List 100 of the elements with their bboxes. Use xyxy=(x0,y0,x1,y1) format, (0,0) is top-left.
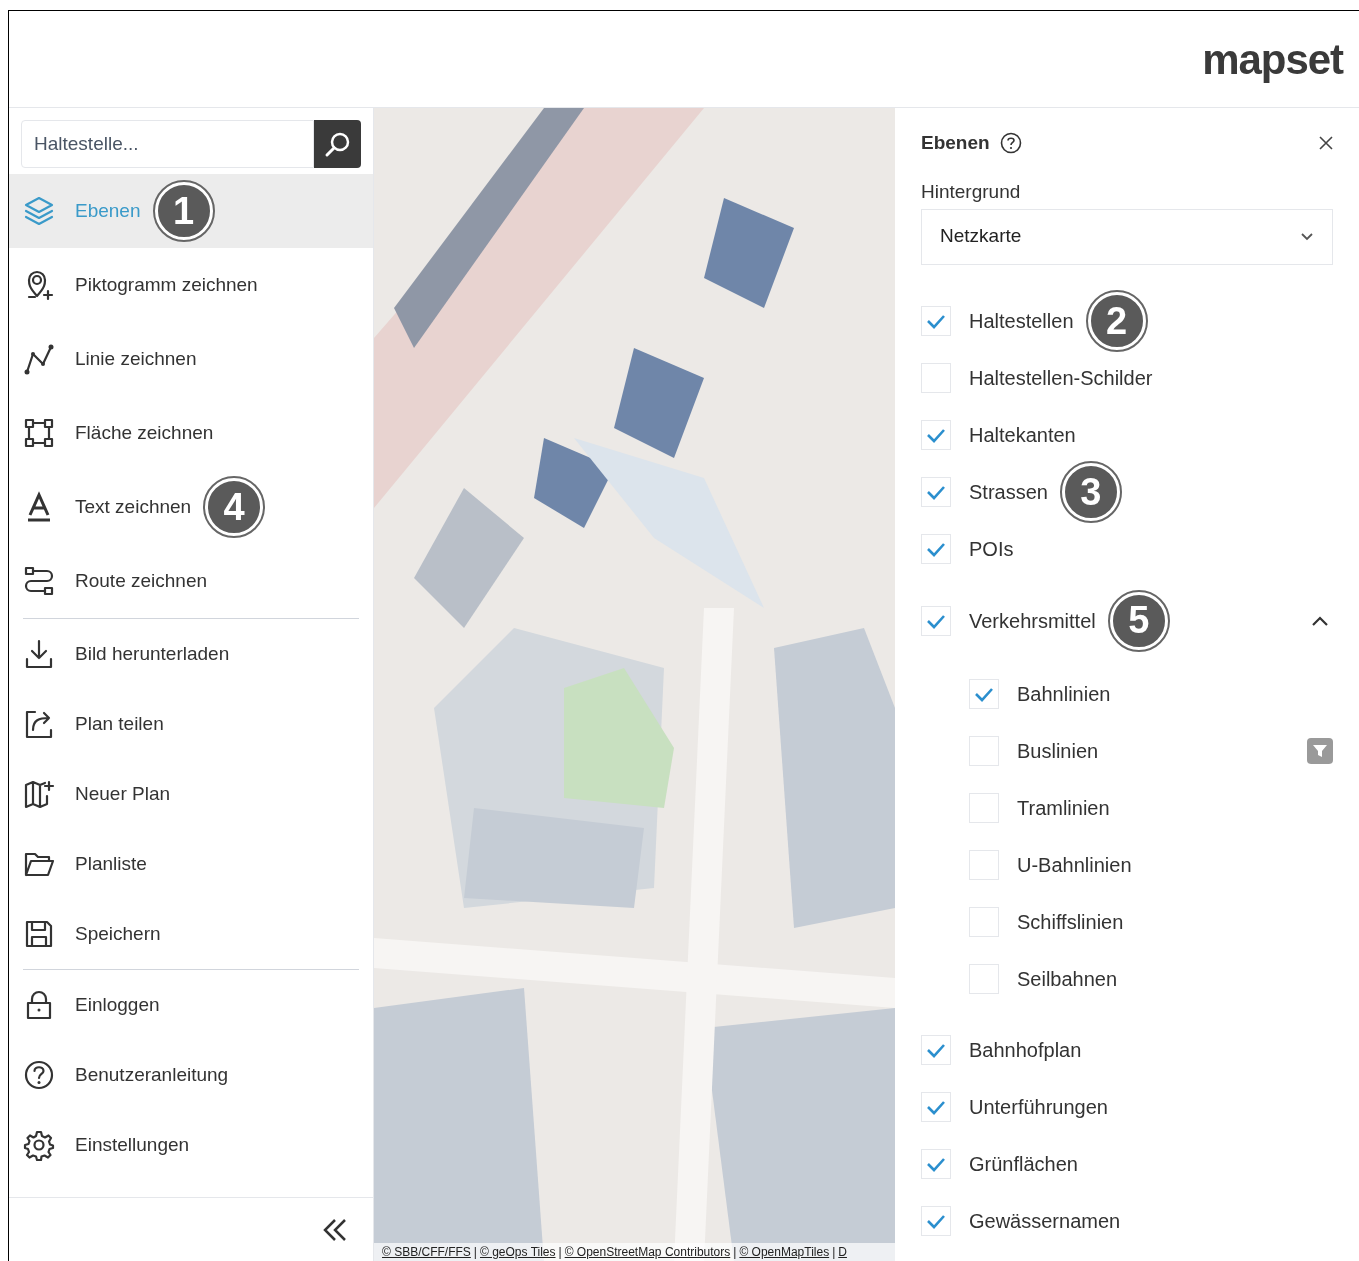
checkmark-icon xyxy=(974,686,994,702)
separator: | xyxy=(733,1244,737,1261)
menu-item[interactable]: Speichern xyxy=(9,899,373,969)
menu-label: Einloggen xyxy=(75,992,160,1017)
settings-icon xyxy=(23,1129,55,1161)
callout-badge: 2 xyxy=(1087,292,1146,350)
separator: | xyxy=(473,1244,477,1261)
menu-item[interactable]: Bild herunterladen xyxy=(9,619,373,689)
layer-label: Bahnlinien xyxy=(1017,682,1111,707)
callout-badge: 4 xyxy=(205,478,264,536)
checkmark-icon xyxy=(926,313,946,329)
layer-label: Buslinien xyxy=(1017,739,1099,764)
menu-label: Text zeichnen xyxy=(75,494,192,519)
layer-label: Haltestellen xyxy=(969,309,1074,334)
checkmark-icon xyxy=(926,1099,946,1115)
menu-item[interactable]: Einstellungen xyxy=(9,1110,373,1180)
checkbox[interactable] xyxy=(921,477,951,507)
checkbox[interactable] xyxy=(921,363,951,393)
attribution-link[interactable]: D xyxy=(838,1243,847,1261)
layer-label: Verkehrsmittel xyxy=(969,608,1096,634)
checkmark-icon xyxy=(926,1042,946,1058)
menu-item[interactable]: Plan teilen xyxy=(9,689,373,759)
separator: | xyxy=(558,1244,562,1261)
checkbox[interactable] xyxy=(969,736,999,766)
menu-item[interactable]: Linie zeichnen xyxy=(9,322,373,396)
checkmark-icon xyxy=(926,1156,946,1172)
menu-label: Plan teilen xyxy=(75,711,164,736)
menu-item[interactable]: Text zeichnen 4 xyxy=(9,470,373,544)
menu-label: Speichern xyxy=(75,921,161,946)
menu-label: Einstellungen xyxy=(75,1132,190,1157)
close-icon[interactable] xyxy=(1319,136,1333,150)
attribution-link[interactable]: © geOps Tiles xyxy=(480,1243,556,1261)
layer-label: Haltekanten xyxy=(969,423,1076,448)
callout-badge: 1 xyxy=(154,182,213,240)
checkbox[interactable] xyxy=(969,964,999,994)
checkbox[interactable] xyxy=(921,1035,951,1065)
select-value: Netzkarte xyxy=(940,224,1022,249)
background-label: Hintergrund xyxy=(921,180,1022,204)
map-view[interactable]: © SBB/CFF/FFS | © geOps Tiles | © OpenStreetMap Contributors | © OpenMapTiles | D xyxy=(374,108,895,1261)
help-icon xyxy=(23,1059,55,1091)
menu-item[interactable]: Route zeichnen xyxy=(9,544,373,618)
layer-label: Strassen xyxy=(969,480,1048,505)
menu-label: Planliste xyxy=(75,851,147,876)
layer-label: POIs xyxy=(969,537,1014,562)
separator: | xyxy=(832,1244,836,1261)
checkbox[interactable] xyxy=(969,850,999,880)
menu-label: Route zeichnen xyxy=(75,568,208,593)
share-icon xyxy=(23,708,55,740)
menu-item[interactable]: Fläche zeichnen xyxy=(9,396,373,470)
chevron-up-icon xyxy=(1311,614,1329,627)
layer-label: Unterführungen xyxy=(969,1095,1108,1120)
attribution-link[interactable]: © OpenStreetMap Contributors xyxy=(564,1243,731,1261)
attribution-link[interactable]: © OpenMapTiles xyxy=(739,1243,830,1261)
mapset-logo: mapset xyxy=(1202,34,1343,85)
download-icon xyxy=(23,638,55,670)
route-icon xyxy=(23,565,55,597)
layer-label: U-Bahnlinien xyxy=(1017,853,1132,878)
layer-label: Schiffslinien xyxy=(1017,910,1124,935)
checkbox[interactable] xyxy=(921,605,951,636)
layer-label: Seilbahnen xyxy=(1017,967,1118,992)
menu-label: Linie zeichnen xyxy=(75,346,197,371)
menu-item[interactable]: Neuer Plan xyxy=(9,759,373,829)
layer-label: Tramlinien xyxy=(1017,796,1110,821)
menu-label: Bild herunterladen xyxy=(75,641,230,666)
menu-item[interactable]: Ebenen 1 xyxy=(9,174,373,248)
panel-title: Ebenen xyxy=(921,130,990,155)
checkbox[interactable] xyxy=(921,1092,951,1122)
menu-item[interactable]: Benutzeranleitung xyxy=(9,1040,373,1110)
attribution-link[interactable]: © SBB/CFF/FFS xyxy=(382,1243,471,1261)
background-select[interactable]: Netzkarte xyxy=(921,208,1333,265)
menu-item[interactable]: Planliste xyxy=(9,829,373,899)
filter-icon xyxy=(1312,743,1328,759)
menu-label: Fläche zeichnen xyxy=(75,420,214,445)
callout-badge: 3 xyxy=(1061,463,1120,521)
checkmark-icon xyxy=(926,541,946,557)
checkbox[interactable] xyxy=(921,1149,951,1179)
checkbox[interactable] xyxy=(969,679,999,709)
checkbox[interactable] xyxy=(921,534,951,564)
layers-icon xyxy=(23,195,55,227)
map-plus-icon xyxy=(23,778,55,810)
checkbox[interactable] xyxy=(921,1206,951,1236)
layer-label: Gewässernamen xyxy=(969,1209,1121,1234)
search-icon xyxy=(323,130,352,158)
search-field[interactable]: Haltestelle... xyxy=(21,120,314,168)
search-button[interactable] xyxy=(314,120,361,168)
menu-label: Neuer Plan xyxy=(75,781,171,806)
menu-label: Piktogramm zeichnen xyxy=(75,272,258,297)
menu-item[interactable]: Piktogramm zeichnen xyxy=(9,248,373,322)
checkbox[interactable] xyxy=(921,306,951,336)
menu-item[interactable]: Einloggen xyxy=(9,970,373,1040)
checkmark-icon xyxy=(926,1213,946,1229)
menu-label: Benutzeranleitung xyxy=(75,1062,229,1087)
polygon-icon xyxy=(23,417,55,449)
filter-button[interactable] xyxy=(1307,738,1333,764)
checkbox[interactable] xyxy=(921,420,951,450)
polyline-icon xyxy=(23,343,55,375)
checkbox[interactable] xyxy=(969,793,999,823)
callout-badge: 5 xyxy=(1109,591,1168,650)
checkbox[interactable] xyxy=(969,907,999,937)
help-icon[interactable] xyxy=(999,132,1022,154)
